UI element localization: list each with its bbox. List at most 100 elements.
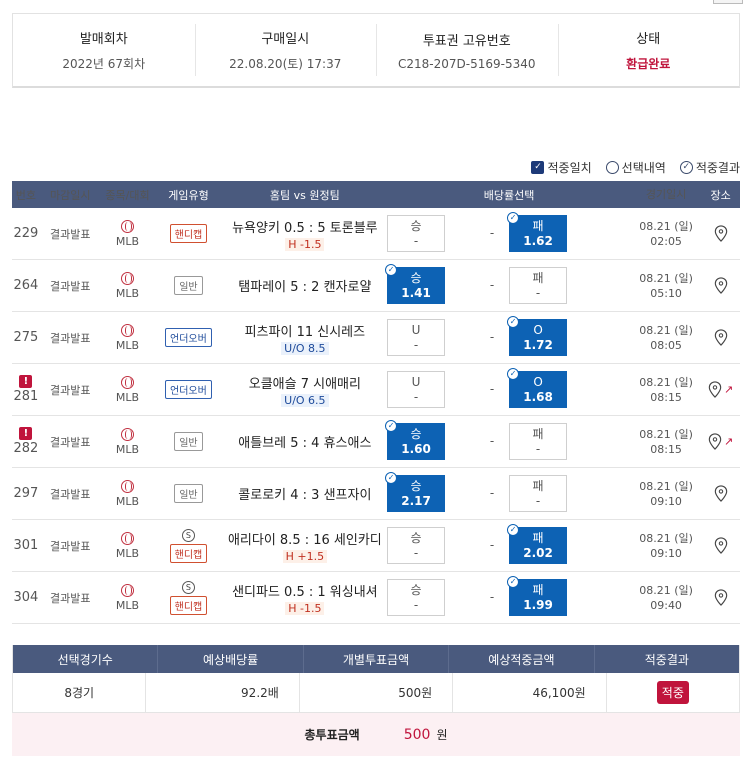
match-line: 피츠파이 11 신시레즈: [244, 324, 366, 340]
game-type-tag: 언더오버: [165, 380, 212, 399]
row-league: MLB: [115, 234, 140, 248]
row-game-time: 08.21 (일) 02:05: [631, 208, 701, 259]
top-edge-button[interactable]: [713, 0, 743, 4]
odds-win-value: -: [413, 597, 419, 612]
baseball-icon: [120, 375, 134, 389]
odds-win-button[interactable]: 승 -: [387, 215, 446, 252]
row-match-cell: 탬파레이 5 : 2 캔자로얄: [223, 260, 387, 311]
odds-win-value: 1.60: [401, 441, 431, 456]
odds-win-label: 승: [410, 478, 422, 493]
row-number: 282: [13, 441, 39, 456]
table-row: ! 282 결과발표 MLB 일반 애틀브레 5 : 4 휴스애스 승 1.60…: [12, 416, 740, 468]
info-round-value: 2022년 67회차: [62, 57, 146, 71]
filter-selection[interactable]: 선택내역: [605, 159, 666, 176]
summary-table: 선택경기수 예상배당률 개별투표금액 예상적중금액 적중결과 8경기 92.2배…: [12, 645, 740, 713]
trend-chart-icon[interactable]: ↗: [724, 435, 733, 448]
odds-win-button[interactable]: 승 1.60 ✓: [385, 420, 446, 460]
trend-chart-icon[interactable]: ↗: [724, 383, 733, 396]
odds-lose-value: 1.72: [523, 337, 553, 352]
odds-lose-button[interactable]: 패 1.99 ✓: [507, 576, 568, 616]
row-league: MLB: [115, 338, 140, 352]
game-date: 08.21 (일): [639, 375, 693, 389]
warning-icon: !: [19, 375, 33, 388]
table-row: 304 결과발표 MLB S 핸디캡 샌디파드 0.5 : 1 워싱내셔 H -…: [12, 572, 740, 624]
info-purchase-time-value: 22.08.20(토) 17:37: [229, 57, 342, 71]
odds-draw-value: -: [489, 434, 495, 448]
table-row: 264 결과발표 MLB 일반 탬파레이 5 : 2 캔자로얄 승 1.41 ✓…: [12, 260, 740, 312]
odds-draw-value: -: [489, 486, 495, 500]
game-time: 09:40: [650, 598, 682, 612]
odds-win-button[interactable]: 승 1.41 ✓: [385, 264, 446, 304]
game-type-tag: 일반: [174, 276, 203, 295]
col-odds: 배당률선택: [483, 188, 535, 202]
row-type-cell: 일반: [154, 260, 222, 311]
filter-hit-match-label: 적중일치: [547, 161, 592, 175]
row-type-cell: 일반: [154, 468, 222, 519]
row-match-cell: 애틀브레 5 : 4 휴스애스: [223, 416, 387, 467]
row-league-cell: MLB: [101, 208, 155, 259]
odds-lose-button[interactable]: 패 1.62 ✓: [507, 212, 568, 252]
match-handicap: H +1.5: [282, 549, 328, 563]
row-number-cell: 229: [12, 208, 40, 259]
row-league: MLB: [115, 390, 140, 404]
location-pin-icon[interactable]: [714, 537, 728, 554]
filter-hit-result[interactable]: ✓ 적중결과: [679, 159, 740, 176]
info-round-label: 발매회차: [79, 32, 128, 47]
row-venue: ↗: [701, 416, 740, 467]
odds-lose-button[interactable]: 패 -: [509, 423, 568, 460]
result-filters: ✓ 적중일치 선택내역 ✓ 적중결과: [531, 159, 740, 176]
odds-win-button[interactable]: U -: [387, 319, 446, 356]
odds-lose-button[interactable]: 패 2.02 ✓: [507, 524, 568, 564]
odds-win-button[interactable]: 승 -: [387, 527, 446, 564]
odds-win-button[interactable]: 승 -: [387, 579, 446, 616]
odds-cell: 승 - - 패 1.62 ✓: [387, 208, 631, 259]
location-pin-icon[interactable]: [714, 589, 728, 606]
location-pin-icon[interactable]: [708, 381, 722, 398]
row-league: MLB: [115, 442, 140, 456]
match-line: 애틀브레 5 : 4 휴스애스: [238, 436, 372, 451]
total-bet-bar: 총투표금액 500 원: [12, 713, 740, 756]
row-type-cell: 언더오버: [154, 312, 222, 363]
summary-col-result: 적중결과: [593, 645, 739, 673]
game-date: 08.21 (일): [639, 427, 693, 441]
odds-lose-button[interactable]: 패 -: [509, 267, 568, 304]
checkbox-check-circle-icon[interactable]: ✓: [679, 161, 693, 174]
location-pin-icon[interactable]: [714, 329, 728, 346]
location-pin-icon[interactable]: [708, 433, 722, 450]
row-number-cell: 297: [12, 468, 40, 519]
odds-win-value: 1.41: [401, 285, 431, 300]
location-pin-icon[interactable]: [714, 485, 728, 502]
odds-lose-button[interactable]: O 1.68 ✓: [507, 368, 568, 408]
row-number-cell: 264: [12, 260, 40, 311]
odds-draw-value: -: [489, 538, 495, 552]
odds-lose-button[interactable]: O 1.72 ✓: [507, 316, 568, 356]
location-pin-icon[interactable]: [714, 225, 728, 242]
odds-win-button[interactable]: U -: [387, 371, 446, 408]
game-time: 08:15: [650, 390, 682, 404]
location-pin-icon[interactable]: [714, 277, 728, 294]
odds-win-button[interactable]: 승 2.17 ✓: [385, 472, 446, 512]
game-date: 08.21 (일): [639, 219, 693, 233]
total-value: 500: [403, 726, 431, 743]
row-league: MLB: [115, 546, 140, 560]
odds-cell: 승 1.60 ✓ - 패 -: [385, 416, 631, 467]
checkbox-checked-icon[interactable]: ✓: [531, 161, 545, 174]
filter-hit-match[interactable]: ✓ 적중일치: [531, 159, 592, 176]
table-row: 301 결과발표 MLB S 핸디캡 애리다이 8.5 : 16 세인카디 H …: [12, 520, 740, 572]
table-row: ! 281 결과발표 MLB 언더오버 오클애슬 7 시애매리 U/O 6.5 …: [12, 364, 740, 416]
info-purchase-time-label: 구매일시: [261, 32, 310, 47]
odds-lose-button[interactable]: 패 -: [509, 475, 568, 512]
summary-row: 8경기 92.2배 500원 46,100원 적중: [13, 673, 739, 713]
row-league-cell: MLB: [101, 572, 155, 623]
baseball-icon: [120, 583, 134, 597]
game-time: 08:15: [650, 442, 682, 456]
info-status: 상태 환급완료: [557, 14, 740, 86]
checkbox-unchecked-icon[interactable]: [605, 161, 619, 174]
odds-lose-label: 패: [532, 582, 544, 597]
game-date: 08.21 (일): [639, 531, 693, 545]
game-time: 08:05: [650, 338, 682, 352]
row-deadline: 결과발표: [49, 383, 91, 397]
special-s-icon: S: [181, 528, 195, 542]
row-league-cell: MLB: [101, 520, 155, 571]
match-handicap: U/O 8.5: [281, 341, 329, 355]
